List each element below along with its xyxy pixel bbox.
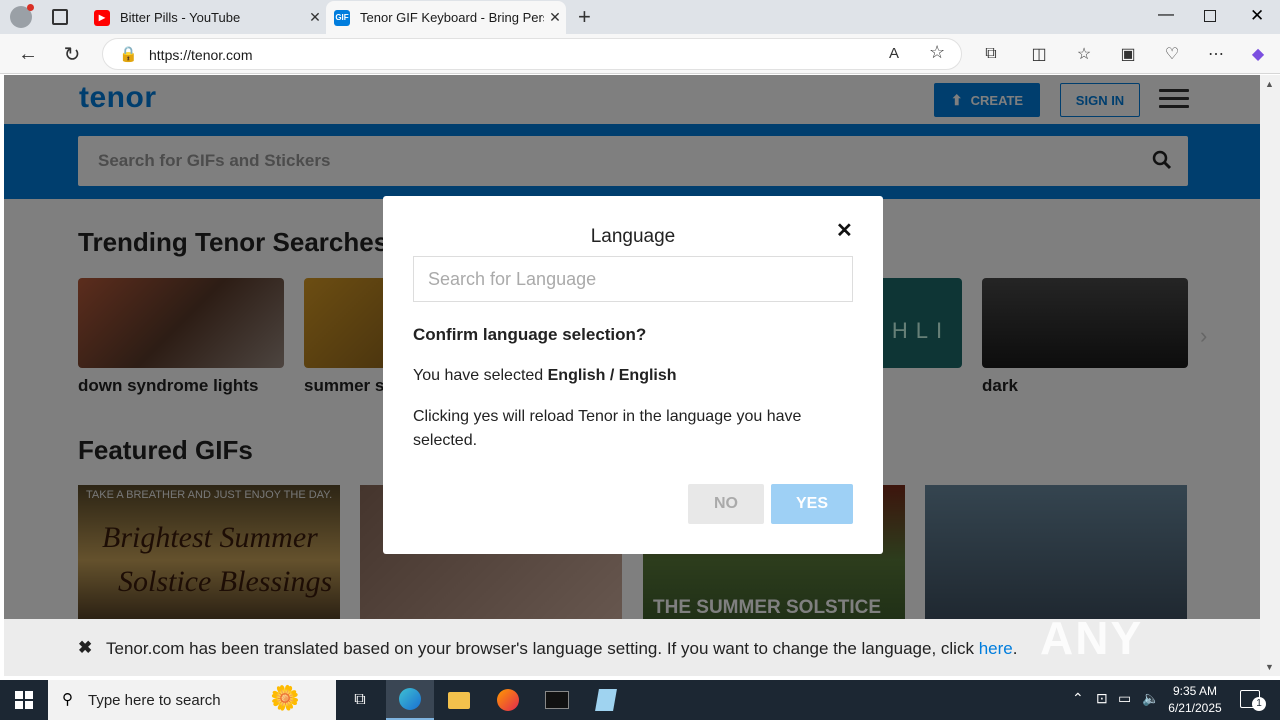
windows-logo-icon xyxy=(15,691,33,709)
profile-avatar-icon[interactable] xyxy=(10,4,34,28)
favorite-star-icon[interactable]: ☆ xyxy=(929,42,945,63)
selected-language-text: You have selected English / English xyxy=(413,367,677,385)
terminal-icon[interactable] xyxy=(533,680,581,720)
scroll-up-icon[interactable]: ▲ xyxy=(1265,79,1274,89)
tab-tenor[interactable]: GIF Tenor GIF Keyboard - Bring Perso ✕ xyxy=(326,1,566,34)
url-text: https://tenor.com xyxy=(149,47,253,63)
clock-date: 6/21/2025 xyxy=(1168,701,1222,715)
clock-time: 9:35 AM xyxy=(1172,684,1218,698)
address-toolbar: ← ↻ 🔒 https://tenor.com A ☆ ⧉ ◫ ☆ ▣ ♡ ⋯ … xyxy=(0,34,1280,74)
tab-youtube[interactable]: ▶ Bitter Pills - YouTube ✕ xyxy=(86,1,326,34)
ethernet-icon[interactable]: ▭ xyxy=(1118,690,1131,707)
edge-taskbar-icon[interactable] xyxy=(386,680,434,720)
restore-icon[interactable] xyxy=(1204,10,1216,22)
search-highlight-icon: 🌼 xyxy=(270,685,300,712)
address-bar[interactable]: 🔒 https://tenor.com A ☆ xyxy=(102,38,962,70)
close-tab-icon[interactable]: ✕ xyxy=(544,9,566,26)
search-icon: ⚲ xyxy=(62,691,73,708)
close-window-icon[interactable]: ✕ xyxy=(1250,6,1264,26)
taskbar-search-placeholder: Type here to search xyxy=(88,692,221,709)
new-tab-icon[interactable]: + xyxy=(578,4,591,30)
notepad-icon[interactable] xyxy=(582,680,630,720)
task-view-icon[interactable]: ⧉ xyxy=(336,680,384,720)
notifications-icon[interactable]: 1 xyxy=(1240,690,1266,711)
refresh-icon[interactable]: ↻ xyxy=(58,40,86,68)
youtube-icon: ▶ xyxy=(94,9,110,26)
windows-taskbar: ⚲ Type here to search 🌼 ⧉ ⌃ ⊡ ▭ 🔈 9:35 A… xyxy=(0,680,1280,720)
tray-chevron-icon[interactable]: ⌃ xyxy=(1072,690,1084,707)
collections-icon[interactable]: ▣ xyxy=(1114,40,1142,68)
notification-count: 1 xyxy=(1252,697,1266,711)
browser-tab-bar: ▶ Bitter Pills - YouTube ✕ GIF Tenor GIF… xyxy=(0,0,1280,34)
extensions-icon[interactable]: ⧉ xyxy=(977,40,1005,68)
anyrun-watermark: ANY RUN xyxy=(1040,612,1144,676)
language-modal: Language ✕ Confirm language selection? Y… xyxy=(383,196,883,554)
reload-note: Clicking yes will reload Tenor in the la… xyxy=(413,408,802,449)
confirm-question: Confirm language selection? xyxy=(413,325,647,344)
favorites-icon[interactable]: ☆ xyxy=(1070,40,1098,68)
yes-button[interactable]: YES xyxy=(771,484,853,524)
system-clock[interactable]: 9:35 AM 6/21/2025 xyxy=(1160,683,1230,717)
banner-text-line: Tenor.com has been translated based on y… xyxy=(106,639,1017,659)
page-scrollbar[interactable]: ▲ ▼ xyxy=(1260,75,1280,676)
selected-language: English / English xyxy=(547,367,677,384)
split-screen-icon[interactable]: ◫ xyxy=(1025,40,1053,68)
banner-text-end: . xyxy=(1012,639,1018,658)
tab-title: Bitter Pills - YouTube xyxy=(120,10,241,25)
firefox-icon[interactable] xyxy=(484,680,532,720)
change-language-link[interactable]: here xyxy=(979,639,1013,658)
file-explorer-icon[interactable] xyxy=(435,680,483,720)
site-info-icon[interactable]: 🔒 xyxy=(119,45,138,63)
tab-title: Tenor GIF Keyboard - Bring Perso xyxy=(360,10,544,25)
start-button[interactable] xyxy=(0,680,48,720)
close-banner-icon[interactable]: ✖ xyxy=(78,638,92,658)
volume-icon[interactable]: 🔈 xyxy=(1142,690,1159,707)
copilot-icon[interactable]: ◆ xyxy=(1244,40,1272,68)
banner-text: Tenor.com has been translated based on y… xyxy=(106,639,979,658)
more-options-icon[interactable]: ⋯ xyxy=(1202,40,1230,68)
network-icon[interactable]: ⊡ xyxy=(1096,690,1108,707)
taskbar-search[interactable]: ⚲ Type here to search 🌼 xyxy=(48,680,336,720)
back-icon[interactable]: ← xyxy=(14,40,42,68)
modal-title: Language xyxy=(590,226,676,247)
selected-prefix: You have selected xyxy=(413,367,548,384)
close-modal-icon[interactable]: ✕ xyxy=(836,218,853,243)
tab-actions-icon[interactable] xyxy=(52,9,68,25)
scroll-down-icon[interactable]: ▼ xyxy=(1265,662,1274,672)
read-aloud-icon[interactable]: A xyxy=(889,45,899,62)
close-tab-icon[interactable]: ✕ xyxy=(304,9,326,26)
browser-essentials-icon[interactable]: ♡ xyxy=(1158,40,1186,68)
gif-icon: GIF xyxy=(334,9,350,26)
minimize-icon[interactable]: — xyxy=(1158,6,1174,24)
language-search-input[interactable] xyxy=(413,256,853,302)
no-button[interactable]: NO xyxy=(688,484,764,524)
